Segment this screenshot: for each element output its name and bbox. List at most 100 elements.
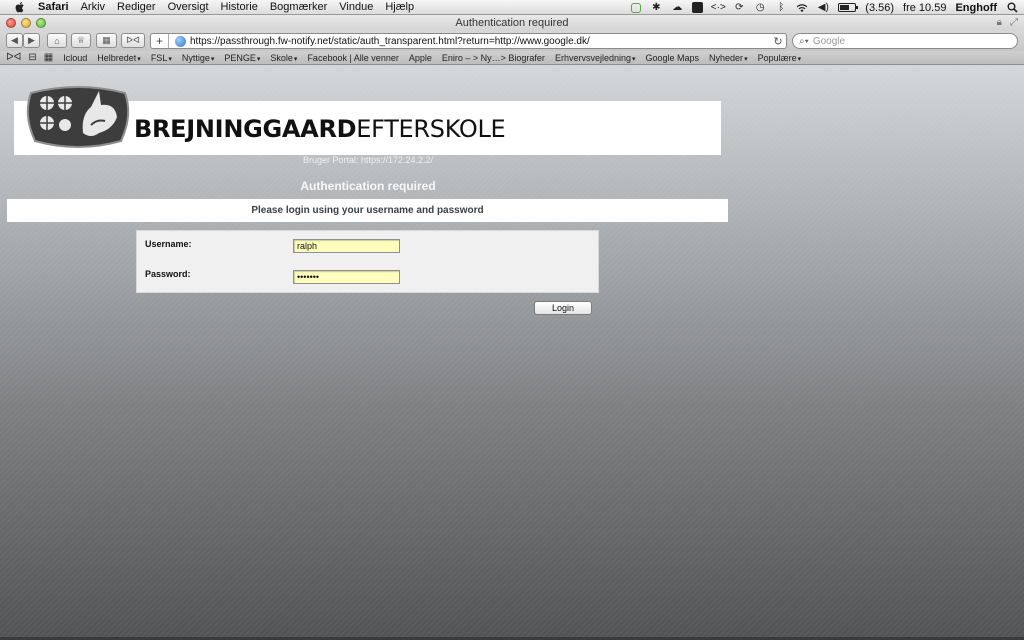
url-text[interactable]: https://passthrough.fw-notify.net/static… — [190, 36, 770, 47]
menu-bar: Safari Arkiv Rediger Oversigt Historie B… — [0, 0, 1024, 15]
browser-toolbar: ◀ ▶ ⌂ ♕ ▦ ᐅᐊ + https://passthrough.fw-no… — [0, 31, 1024, 51]
menu-oversigt[interactable]: Oversigt — [168, 1, 209, 13]
bookmark-label: Nyttige — [181, 52, 210, 63]
reload-icon[interactable]: ↻ — [770, 35, 786, 48]
back-button[interactable]: ◀ — [6, 33, 23, 48]
home-icon: ⌂ — [54, 35, 60, 46]
bluetooth-icon[interactable]: ᛒ — [775, 2, 787, 13]
site-globe-icon — [175, 35, 186, 47]
evernote-icon[interactable] — [631, 2, 642, 13]
cloud-icon[interactable]: ☁ — [671, 2, 683, 13]
bookmark-label: PENGE — [224, 52, 256, 63]
chevron-down-icon: ▾ — [256, 55, 261, 63]
bookmark-item[interactable]: PENGE▾ — [224, 53, 260, 63]
bookmark-label: Facebook | Alle venner — [307, 52, 399, 63]
window-titlebar: Authentication required 🔒︎ ⤢ — [0, 15, 1024, 31]
sync-alert-icon[interactable]: ✱ — [650, 2, 662, 13]
menu-hjaelp[interactable]: Hjælp — [385, 1, 414, 13]
school-name-light: EFTERSKOLE — [356, 115, 506, 143]
grid-icon: ▦ — [102, 35, 111, 45]
bookmark-item[interactable]: FSL▾ — [151, 53, 172, 63]
bookmark-label: Nyheder — [709, 52, 744, 63]
bookmark-label: Apple — [408, 52, 432, 63]
open-book-icon[interactable]: ⊟ — [28, 52, 36, 63]
chevron-down-icon: ▾ — [137, 55, 141, 63]
bookmark-item[interactable]: Google Maps — [646, 53, 700, 63]
search-field[interactable]: ⌕▾ Google — [792, 33, 1018, 49]
battery-time: (3.56) — [865, 1, 895, 14]
clock[interactable]: fre 10.59 — [903, 2, 946, 14]
fullscreen-icon[interactable]: ⤢ — [1010, 17, 1018, 28]
bookmark-item[interactable]: Nyheder▾ — [709, 53, 748, 63]
forward-button[interactable]: ▶ — [23, 33, 40, 48]
bookmark-item[interactable]: Skole▾ — [270, 53, 297, 63]
bookmark-label: Eniro – > Ny…> Biografer — [441, 52, 545, 63]
bookmark-label: Skole — [270, 52, 293, 63]
back-arrow-icon: ◀ — [11, 35, 18, 45]
bookmark-item[interactable]: Eniro – > Ny…> Biografer — [442, 53, 545, 63]
add-bookmark-icon[interactable]: + — [151, 34, 169, 48]
bookmarks-bar: ᐅᐊ ⊟ ▦ Icloud Helbredet▾ FSL▾ Nyttige▾ PENGE… — [0, 51, 1024, 65]
bookmark-item[interactable]: Icloud — [63, 53, 87, 63]
school-name: BREJNINGGAARDEFTERSKOLE — [134, 115, 506, 143]
menu-historie[interactable]: Historie — [221, 1, 258, 13]
bookmark-item[interactable]: Erhvervsvejledning▾ — [555, 53, 636, 63]
code-icon[interactable]: <·> — [711, 2, 726, 13]
battery-icon[interactable] — [838, 3, 859, 12]
login-form: Username: ralph Password: ••••••• — [136, 230, 599, 293]
top-sites-button[interactable]: ♕ — [71, 33, 91, 48]
forward-arrow-icon: ▶ — [28, 35, 35, 45]
wifi-icon[interactable] — [796, 2, 808, 13]
apple-menu-icon[interactable] — [12, 1, 28, 13]
chevron-down-icon: ▾ — [797, 55, 802, 63]
spotlight-search-icon[interactable] — [1006, 2, 1018, 13]
menu-app-safari[interactable]: Safari — [38, 1, 69, 13]
battery-level — [840, 5, 849, 10]
bookmark-item[interactable]: Nyttige▾ — [182, 53, 215, 63]
page-content: BREJNINGGAARDEFTERSKOLE Bruger Portal: h… — [0, 65, 1024, 640]
reading-list-icon[interactable]: ᐅᐊ — [6, 52, 21, 63]
school-crest-logo — [26, 86, 130, 148]
reading-glasses-icon: ᐅᐊ — [126, 35, 140, 45]
lock-icon: 🔒︎ — [996, 17, 1002, 28]
chevron-down-icon: ▾ — [631, 55, 636, 63]
login-button[interactable]: Login — [534, 301, 592, 315]
sync-icon[interactable]: ⟳ — [733, 2, 745, 13]
menu-arkiv[interactable]: Arkiv — [81, 1, 105, 13]
app-status-icon[interactable] — [692, 2, 704, 13]
window-title: Authentication required — [455, 17, 569, 29]
reading-list-button[interactable]: ᐅᐊ — [121, 33, 145, 48]
bookmark-item[interactable]: Apple — [409, 53, 432, 63]
bookmark-item[interactable]: Facebook | Alle venner — [307, 53, 398, 63]
username-label: Username: — [145, 239, 192, 249]
chevron-down-icon: ▾ — [744, 55, 748, 63]
bookmark-item[interactable]: Populære▾ — [758, 53, 802, 63]
school-name-bold: BREJNINGGAARD — [134, 115, 357, 143]
top-sites-icon: ♕ — [76, 35, 86, 45]
bookmark-list: Icloud Helbredet▾ FSL▾ Nyttige▾ PENGE▾ Skole▾… — [63, 53, 811, 63]
bookmark-label: Populære — [757, 52, 797, 63]
time-machine-icon[interactable]: ◷ — [754, 2, 766, 13]
grid-icon[interactable]: ▦ — [44, 52, 53, 63]
address-bar[interactable]: + https://passthrough.fw-notify.net/stat… — [150, 33, 787, 49]
bookmark-label: Icloud — [63, 52, 88, 63]
user-name[interactable]: Enghoff — [955, 2, 997, 14]
login-instructions: Please login using your username and pas… — [7, 199, 728, 222]
menu-vindue[interactable]: Vindue — [339, 1, 373, 13]
bookmarks-grid-button[interactable]: ▦ — [96, 33, 117, 48]
volume-icon[interactable]: ◀) — [817, 2, 829, 13]
search-placeholder: Google — [812, 35, 846, 47]
search-icon: ⌕▾ — [799, 35, 809, 47]
menu-bogmaerker[interactable]: Bogmærker — [270, 1, 327, 13]
password-label: Password: — [145, 269, 191, 279]
menu-rediger[interactable]: Rediger — [117, 1, 156, 13]
username-input[interactable]: ralph — [293, 239, 400, 253]
chevron-down-icon: ▾ — [210, 55, 215, 63]
bookmark-label: Helbredet — [97, 52, 137, 63]
bookmark-label: Google Maps — [645, 52, 700, 63]
home-button[interactable]: ⌂ — [47, 33, 67, 48]
password-input[interactable]: ••••••• — [293, 270, 400, 284]
bookmark-label: FSL — [150, 52, 168, 63]
bookmark-item[interactable]: Helbredet▾ — [97, 53, 141, 63]
chevron-down-icon: ▾ — [168, 55, 172, 63]
